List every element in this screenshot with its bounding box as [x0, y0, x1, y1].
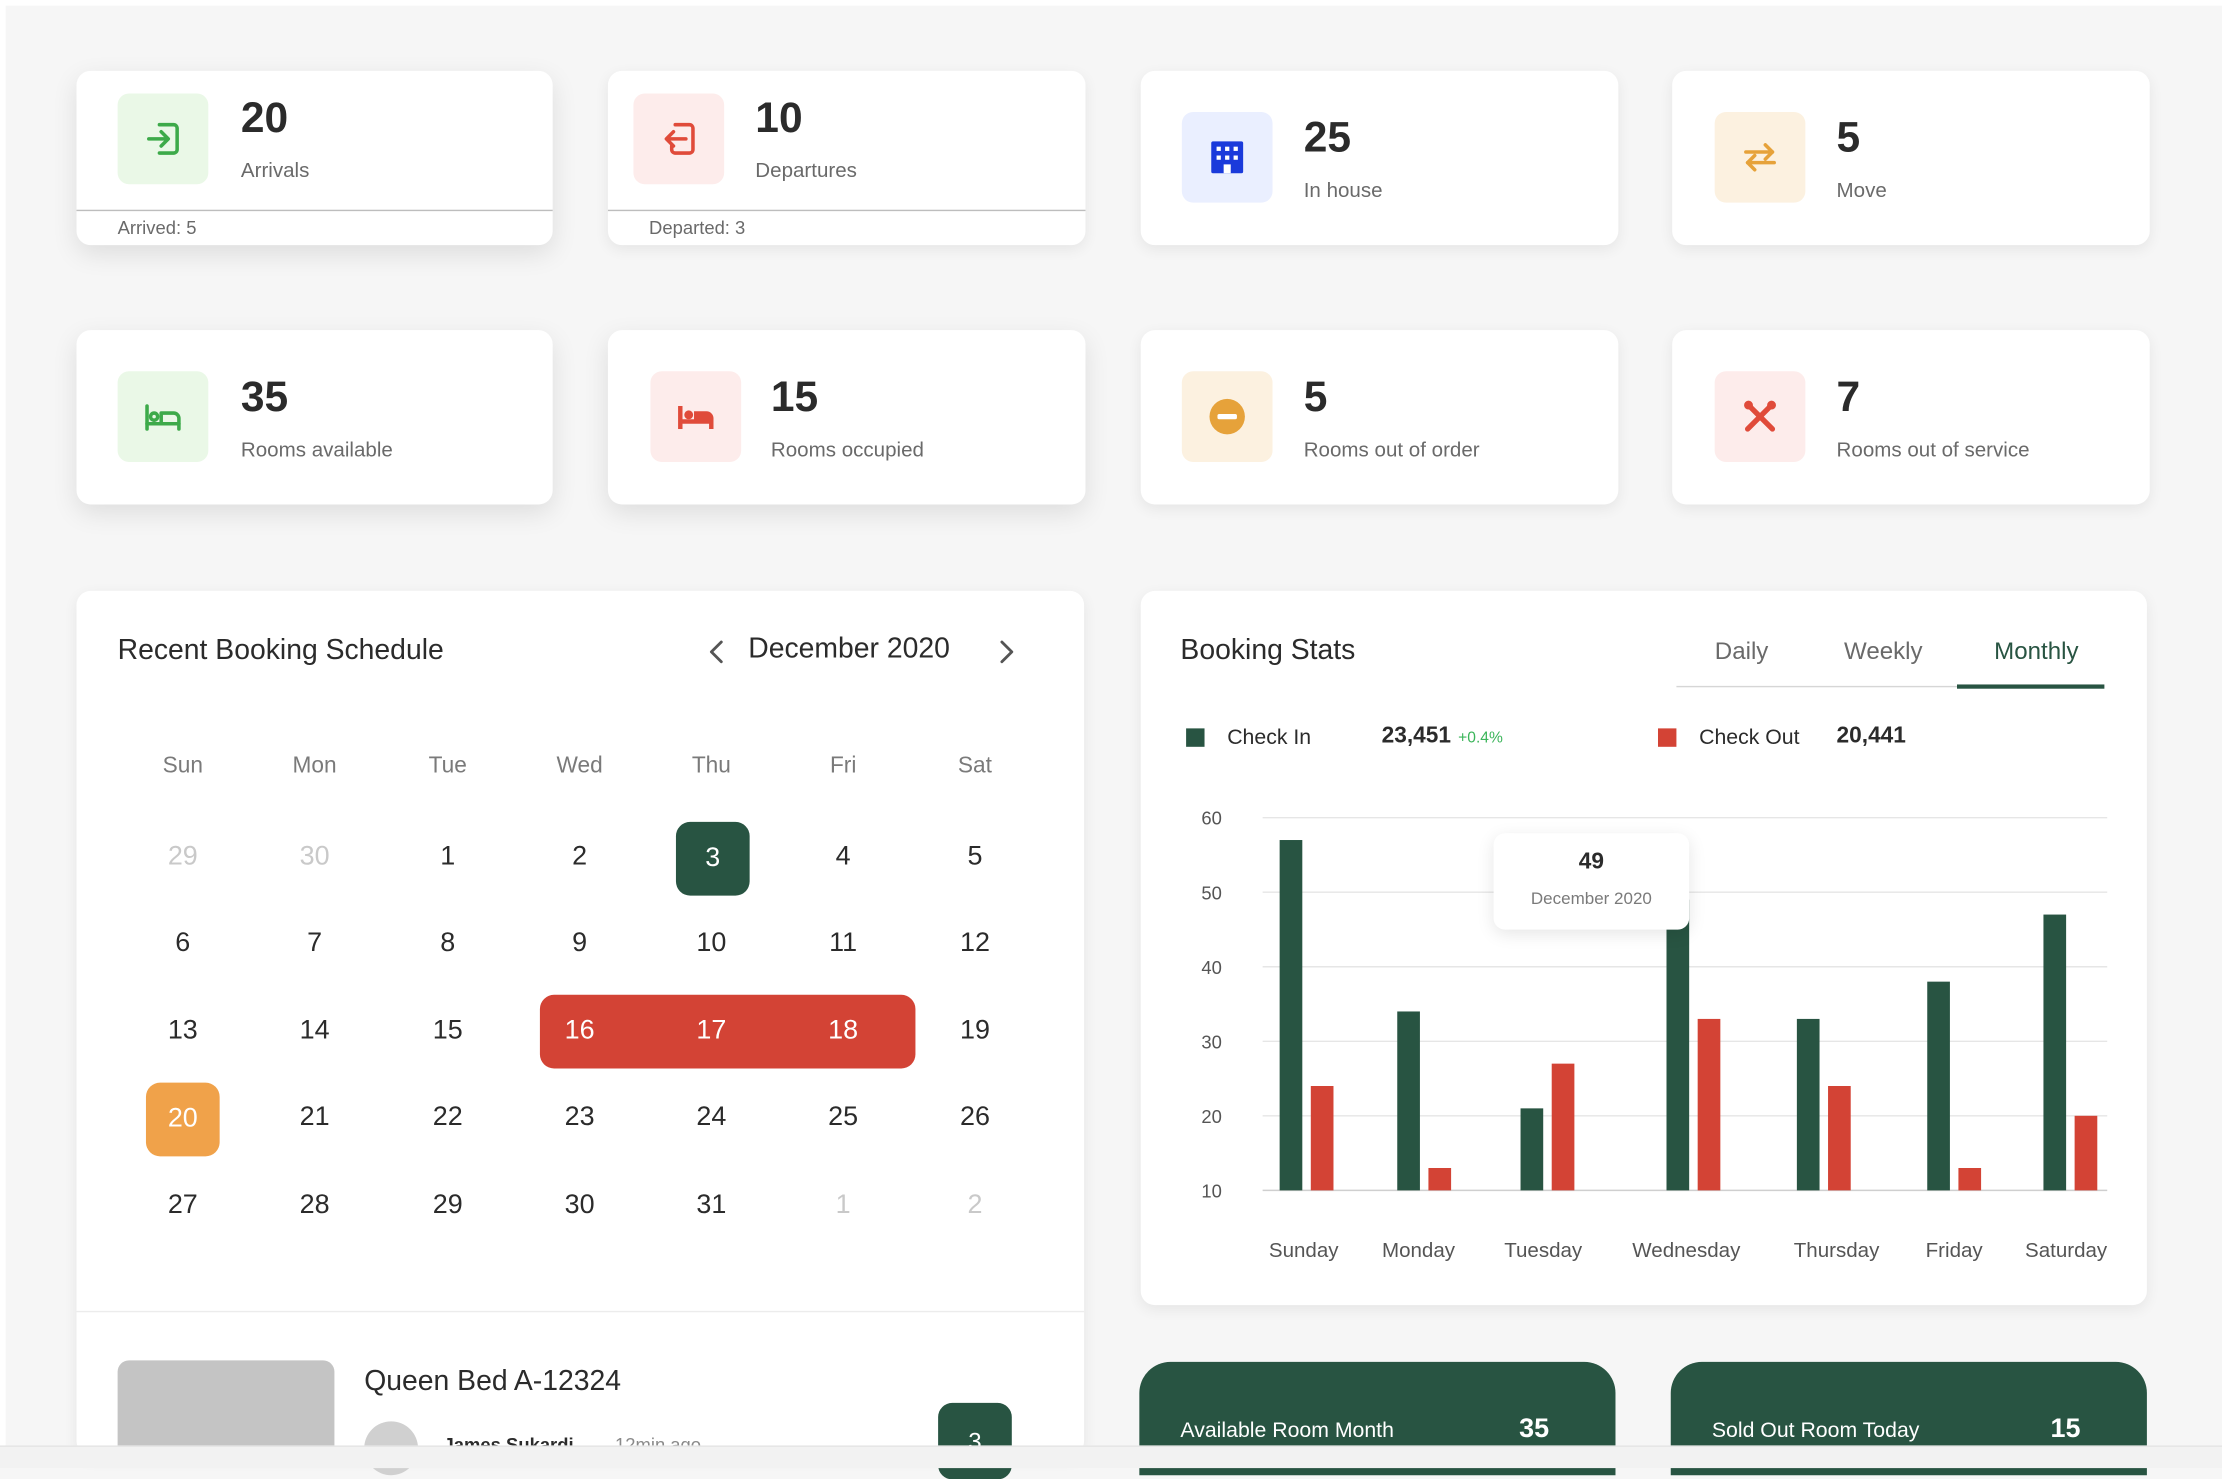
- bar-check-out: [1828, 1086, 1851, 1191]
- summary-value: 35: [1519, 1414, 1550, 1445]
- y-tick-label: 40: [1201, 957, 1221, 978]
- bar-check-in: [2043, 914, 2067, 1191]
- bar-check-out: [2074, 1115, 2098, 1191]
- x-tick-label: Saturday: [2025, 1239, 2108, 1262]
- y-tick-label: 30: [1201, 1031, 1221, 1052]
- x-tick-label: Thursday: [1794, 1239, 1880, 1262]
- chart-tooltip: 49 December 2020: [1493, 833, 1690, 930]
- dashboard: 20 Arrivals Arrived: 5 10 Departures Dep…: [0, 0, 2222, 1479]
- x-tick-label: Wednesday: [1632, 1239, 1741, 1262]
- bar-check-out: [1697, 1018, 1721, 1191]
- bar-check-in: [1666, 899, 1690, 1191]
- x-tick-label: Tuesday: [1504, 1239, 1583, 1262]
- bar-check-in: [1279, 840, 1303, 1191]
- summary-value: 15: [2050, 1414, 2081, 1445]
- bar-check-in: [1796, 1018, 1820, 1191]
- y-tick-label: 50: [1201, 882, 1221, 903]
- bar-check-out: [1551, 1063, 1575, 1191]
- summary-label: Sold Out Room Today: [1711, 1418, 1920, 1443]
- x-tick-label: Sunday: [1269, 1239, 1339, 1262]
- tooltip-value: 49: [1578, 850, 1604, 875]
- window-bottom-edge: [0, 1445, 2222, 1469]
- tooltip-date: December 2020: [1530, 888, 1652, 909]
- bar-check-in: [1520, 1108, 1544, 1191]
- y-tick-label: 10: [1201, 1180, 1221, 1201]
- bar-check-in: [1397, 1011, 1420, 1191]
- bar-check-out: [1428, 1167, 1452, 1191]
- x-tick-label: Monday: [1382, 1239, 1456, 1262]
- booking-bar-chart: 60 50 40 30 20 10 Sunday Monday Tuesday Wednesday…: [1201, 808, 2108, 1262]
- y-tick-label: 60: [1201, 808, 1221, 829]
- x-tick-label: Friday: [1926, 1239, 1984, 1262]
- summary-label: Available Room Month: [1180, 1418, 1394, 1443]
- bar-check-out: [1958, 1167, 1982, 1191]
- y-tick-label: 20: [1201, 1106, 1221, 1127]
- bar-check-in: [1927, 981, 1950, 1191]
- bar-check-out: [1310, 1086, 1334, 1191]
